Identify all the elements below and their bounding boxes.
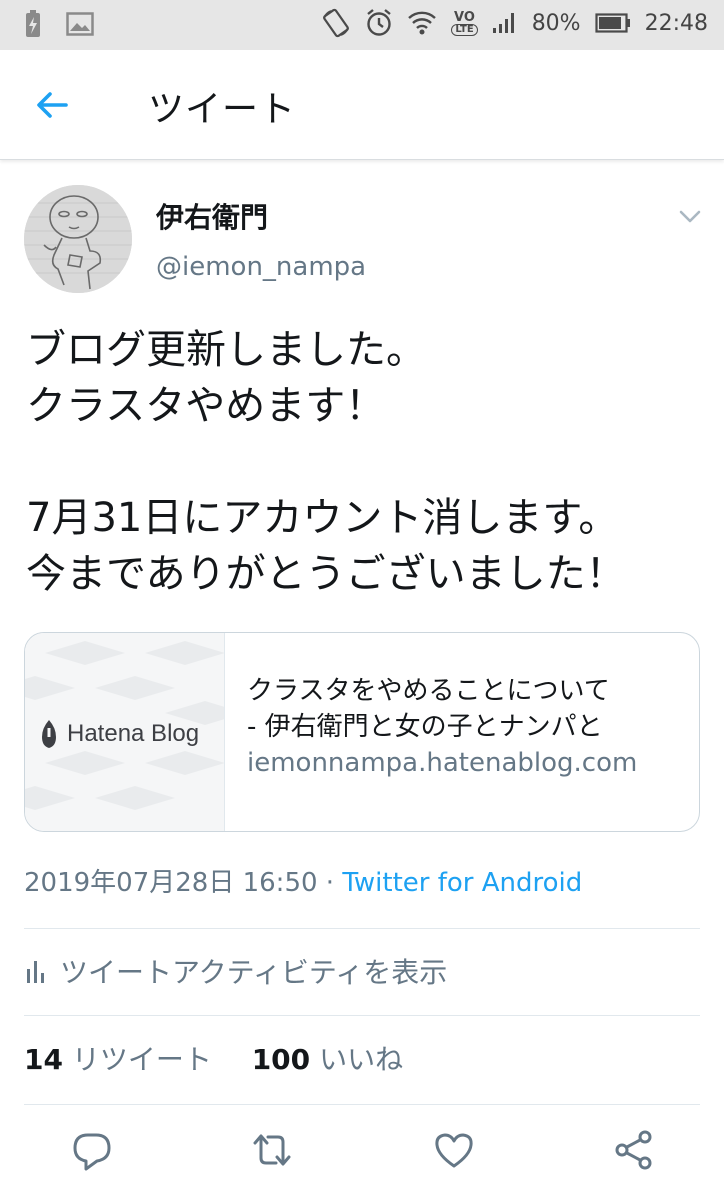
avatar-sketch-image	[24, 185, 132, 293]
hatena-pen-icon	[42, 720, 56, 748]
volte-top-label: VO	[454, 9, 475, 25]
heart-icon	[435, 1133, 473, 1168]
like-button[interactable]	[432, 1128, 476, 1172]
user-display-name[interactable]: 伊右衛門	[156, 196, 268, 236]
retweet-count-label[interactable]: リツイート	[72, 1043, 212, 1076]
retweet-button[interactable]	[250, 1128, 294, 1172]
charging-icon	[24, 10, 42, 38]
signal-icon	[492, 11, 518, 35]
tweet-stats: 14 リツイート 100 いいね	[24, 1038, 403, 1078]
tweet-activity-link[interactable]: ツイートアクティビティを表示	[24, 946, 447, 996]
tweet-activity-label: ツイートアクティビティを表示	[60, 956, 448, 989]
divider	[24, 1015, 700, 1016]
rotation-icon	[321, 8, 351, 38]
status-bar: VO LTE 80% 22:48	[0, 0, 724, 50]
tweet-actions	[0, 1128, 724, 1178]
tweet-source-link[interactable]: Twitter for Android	[342, 868, 582, 898]
retweet-count[interactable]: 14	[24, 1043, 63, 1076]
reply-icon	[73, 1133, 111, 1171]
retweet-icon	[253, 1134, 291, 1166]
clock: 22:48	[644, 10, 708, 36]
hatena-blog-logo-text: Hatena Blog	[67, 720, 200, 747]
like-count-label[interactable]: いいね	[319, 1043, 403, 1076]
divider	[24, 928, 700, 929]
share-button[interactable]	[612, 1128, 656, 1172]
alarm-icon	[365, 8, 393, 38]
status-left	[24, 10, 94, 38]
tweet-meta: 2019年07月28日 16:50 · Twitter for Android	[24, 862, 582, 899]
tweet-line: 7月31日にアカウント消します。	[26, 495, 619, 541]
wifi-icon	[407, 9, 437, 37]
card-title-line: - 伊右衛門と女の子とナンパと	[247, 712, 603, 742]
divider	[24, 1104, 700, 1105]
tweet-text: ブログ更新しました。 クラスタやめます！ 7月31日にアカウント消します。 今ま…	[26, 322, 706, 602]
page-title: ツイート	[148, 89, 297, 130]
reply-button[interactable]	[70, 1128, 114, 1172]
meta-separator: ·	[317, 868, 343, 898]
gallery-notification-icon	[66, 12, 94, 36]
back-button[interactable]	[30, 83, 74, 127]
like-count[interactable]: 100	[252, 1043, 310, 1076]
status-right: VO LTE 80% 22:48	[321, 8, 708, 38]
battery-percent: 80%	[531, 10, 581, 36]
tweet-line: クラスタやめます！	[26, 383, 386, 429]
chevron-down-icon	[679, 210, 701, 223]
card-url: iemonnampa.hatenablog.com	[247, 748, 638, 778]
volte-bottom-label: LTE	[451, 23, 478, 36]
tweet-options-button[interactable]	[676, 202, 704, 230]
battery-icon	[594, 13, 631, 33]
user-handle[interactable]: @iemon_nampa	[156, 252, 366, 282]
top-app-bar: ツイート	[0, 50, 724, 160]
link-preview-card[interactable]: Hatena Blog クラスタをやめることについて - 伊右衛門と女の子とナン…	[24, 632, 700, 832]
card-body: クラスタをやめることについて - 伊右衛門と女の子とナンパと iemonnamp…	[247, 673, 687, 781]
avatar[interactable]	[24, 185, 132, 293]
card-thumbnail: Hatena Blog	[25, 633, 225, 831]
card-title-line: クラスタをやめることについて	[247, 676, 610, 706]
tweet-line: 今までありがとうございました！	[26, 551, 626, 597]
tweet-line: ブログ更新しました。	[26, 327, 426, 373]
arrow-left-icon	[37, 92, 68, 118]
tweet-timestamp: 2019年07月28日 16:50	[24, 868, 318, 898]
volte-icon: VO LTE	[451, 9, 478, 36]
bar-chart-icon	[27, 961, 44, 983]
hatena-blog-logo: Hatena Blog	[39, 719, 199, 749]
share-icon	[615, 1130, 652, 1170]
